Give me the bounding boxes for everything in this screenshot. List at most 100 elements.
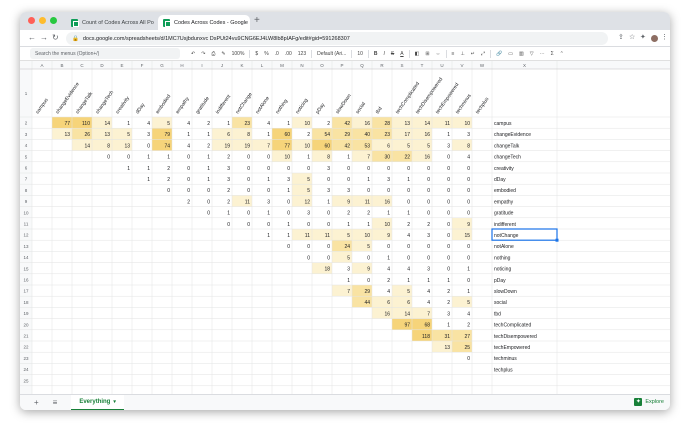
row-header-22[interactable]: 22 <box>23 345 29 350</box>
cell-value[interactable]: 68 <box>424 323 430 329</box>
reload-icon[interactable]: ↻ <box>52 33 59 42</box>
header-label[interactable]: social <box>355 101 367 115</box>
url-field[interactable]: 🔒 docs.google.com/spreadsheets/d/1MC7Usj… <box>66 32 608 45</box>
cell-value[interactable]: 1 <box>447 132 450 138</box>
column-header-J[interactable]: J <box>221 63 223 68</box>
cell-value[interactable]: 3 <box>227 177 230 183</box>
cell-value[interactable]: 10 <box>304 143 310 149</box>
cell-value[interactable]: 4 <box>407 267 410 273</box>
column-header-F[interactable]: F <box>141 63 144 68</box>
cell-value[interactable]: 10 <box>304 121 310 127</box>
header-label[interactable]: noticing <box>295 97 310 115</box>
cell-value[interactable]: 3 <box>287 177 290 183</box>
cell-value[interactable]: 19 <box>224 143 230 149</box>
header-label[interactable]: changeTalk <box>75 91 95 116</box>
cell-value[interactable]: 14 <box>404 311 410 317</box>
header-label[interactable]: tbd <box>375 106 384 115</box>
new-tab-button[interactable]: + <box>254 15 260 26</box>
insert-comment-icon[interactable]: ▭ <box>505 51 516 57</box>
cell-value[interactable]: 2 <box>387 278 390 284</box>
cell-value[interactable]: 2 <box>207 143 210 149</box>
row-label[interactable]: pDay <box>494 278 506 284</box>
extensions-icon[interactable]: ✦ <box>640 33 646 41</box>
paint-format-icon[interactable]: ✎ <box>218 51 228 57</box>
row-label[interactable]: embodied <box>494 188 516 194</box>
increase-decimal-button[interactable]: .00 <box>282 51 295 57</box>
row-header-12[interactable]: 12 <box>23 233 29 238</box>
cell-value[interactable]: 1 <box>367 222 370 228</box>
cell-value[interactable]: 77 <box>64 121 70 127</box>
cell-value[interactable]: 3 <box>327 188 330 194</box>
cell-value[interactable]: 1 <box>167 155 170 161</box>
menu-kebab-icon[interactable]: ⋮ <box>661 33 668 41</box>
cell-value[interactable]: 60 <box>284 132 290 138</box>
cell-value[interactable]: 4 <box>407 233 410 239</box>
row-header-13[interactable]: 13 <box>23 244 29 249</box>
cell-value[interactable]: 3 <box>327 166 330 172</box>
cell-value[interactable]: 6 <box>387 143 390 149</box>
cell-value[interactable]: 5 <box>307 188 310 194</box>
cell-value[interactable]: 13 <box>104 132 110 138</box>
row-label[interactable]: noticing <box>494 267 511 273</box>
row-label[interactable]: techEmpowered <box>494 345 530 351</box>
cell-value[interactable]: 1 <box>387 255 390 261</box>
row-label[interactable]: changeTalk <box>494 143 520 149</box>
cell-value[interactable]: 3 <box>347 188 350 194</box>
insert-chart-icon[interactable]: ▥ <box>516 51 527 57</box>
cell-value[interactable]: 1 <box>467 289 470 295</box>
text-rotate-icon[interactable]: ⤢ <box>478 51 488 57</box>
cell-value[interactable]: 23 <box>384 132 390 138</box>
cell-value[interactable]: 0 <box>447 233 450 239</box>
cell-value[interactable]: 3 <box>307 211 310 217</box>
column-header-U[interactable]: U <box>440 63 443 68</box>
row-header-17[interactable]: 17 <box>23 289 29 294</box>
cell-value[interactable]: 27 <box>464 334 470 340</box>
fill-color-icon[interactable]: ◧ <box>412 51 423 57</box>
cell-value[interactable]: 5 <box>167 121 170 127</box>
cell-value[interactable]: 14 <box>84 143 90 149</box>
cell-value[interactable]: 0 <box>427 166 430 172</box>
row-label[interactable]: changeTech <box>494 155 521 161</box>
cell-value[interactable]: 0 <box>247 211 250 217</box>
cell-value[interactable]: 29 <box>364 289 370 295</box>
cell-value[interactable]: 0 <box>467 255 470 261</box>
cell-value[interactable]: 1 <box>127 121 130 127</box>
text-wrap-icon[interactable]: ↵ <box>468 51 478 57</box>
cell-value[interactable]: 1 <box>287 222 290 228</box>
cell-value[interactable]: 0 <box>187 166 190 172</box>
all-sheets-icon[interactable]: ≡ <box>53 398 58 407</box>
cell-value[interactable]: 1 <box>287 233 290 239</box>
row-header-21[interactable]: 21 <box>23 334 29 339</box>
header-label[interactable]: techminus <box>455 93 473 116</box>
cell-value[interactable]: 23 <box>244 121 250 127</box>
row-label[interactable]: empathy <box>494 199 514 205</box>
cell-value[interactable]: 9 <box>387 233 390 239</box>
cell-value[interactable]: 0 <box>187 155 190 161</box>
cell-value[interactable]: 7 <box>367 155 370 161</box>
cell-value[interactable]: 2 <box>187 199 190 205</box>
row-label[interactable]: techplus <box>494 367 513 373</box>
row-label[interactable]: indifferent <box>494 222 516 228</box>
cell-value[interactable]: 1 <box>367 177 370 183</box>
cell-value[interactable]: 4 <box>427 300 430 306</box>
cell-value[interactable]: 10 <box>384 222 390 228</box>
cell-value[interactable]: 6 <box>227 132 230 138</box>
cell-value[interactable]: 13 <box>404 121 410 127</box>
cell-value[interactable]: 15 <box>464 233 470 239</box>
cell-value[interactable]: 14 <box>104 121 110 127</box>
cell-value[interactable]: 0 <box>387 244 390 250</box>
cell-value[interactable]: 0 <box>427 177 430 183</box>
cell-value[interactable]: 2 <box>227 188 230 194</box>
cell-value[interactable]: 0 <box>247 177 250 183</box>
cell-value[interactable]: 4 <box>147 121 150 127</box>
cell-value[interactable]: 1 <box>347 222 350 228</box>
cell-value[interactable]: 1 <box>287 121 290 127</box>
decrease-decimal-button[interactable]: .0 <box>272 51 282 57</box>
cell-value[interactable]: 0 <box>367 166 370 172</box>
cell-value[interactable]: 26 <box>84 132 90 138</box>
header-label[interactable]: embodied <box>155 94 173 116</box>
cell-value[interactable]: 13 <box>444 345 450 351</box>
row-label[interactable]: nothing <box>494 255 511 261</box>
row-label[interactable]: tbd <box>494 311 501 317</box>
merge-cells-icon[interactable]: ⇔ <box>433 51 444 57</box>
